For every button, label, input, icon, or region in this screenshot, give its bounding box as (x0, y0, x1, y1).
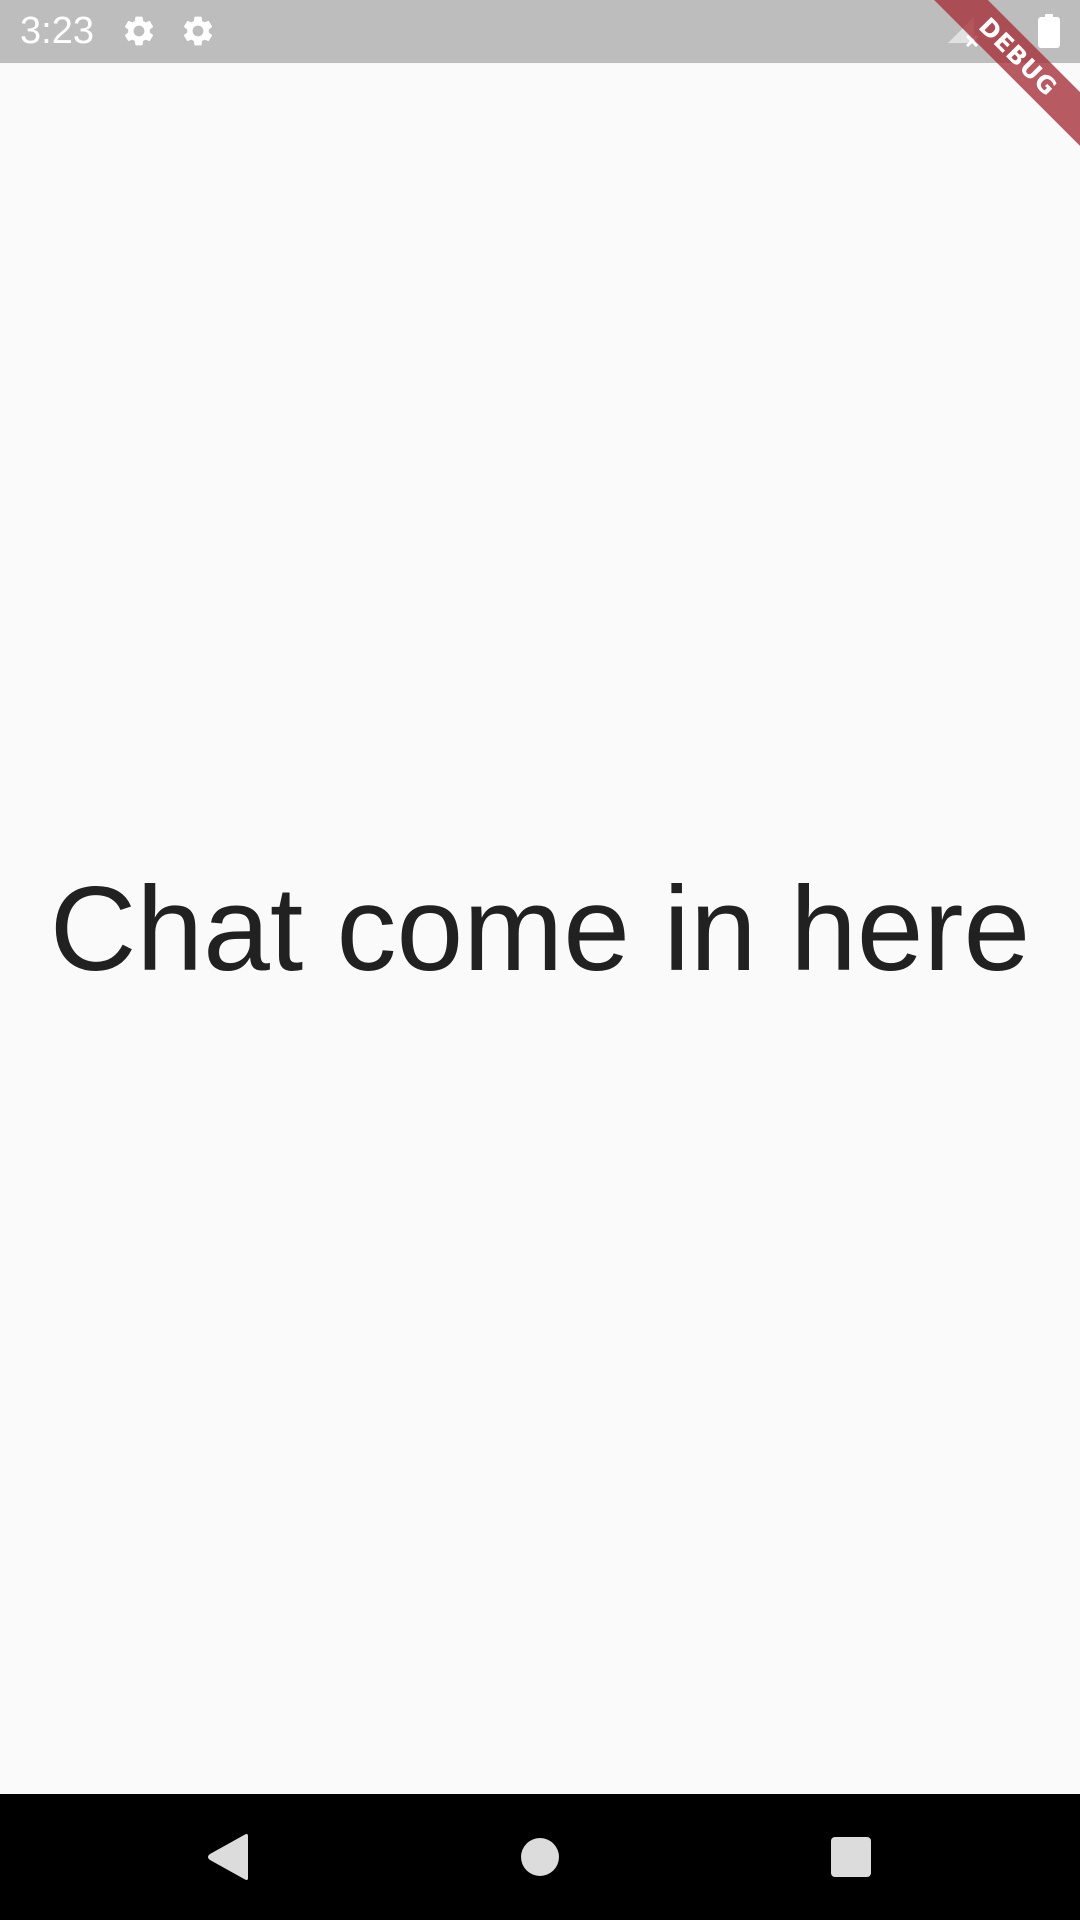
recents-button[interactable] (818, 1824, 884, 1890)
status-bar: 3:23 (0, 0, 1080, 63)
back-icon (208, 1834, 248, 1880)
home-icon (521, 1838, 559, 1876)
navigation-bar (0, 1794, 1080, 1920)
battery-icon (1038, 14, 1060, 48)
gear-icon (180, 13, 216, 49)
status-time: 3:23 (20, 10, 94, 52)
app-screen: 3:23 DEBUG Chat come in here (0, 0, 1080, 1920)
home-button[interactable] (507, 1824, 573, 1890)
main-content: Chat come in here (0, 63, 1080, 1794)
recents-icon (831, 1837, 871, 1877)
placeholder-text: Chat come in here (49, 861, 1031, 996)
signal-off-icon (944, 13, 984, 49)
gear-icon (121, 13, 157, 49)
back-button[interactable] (194, 1824, 260, 1890)
